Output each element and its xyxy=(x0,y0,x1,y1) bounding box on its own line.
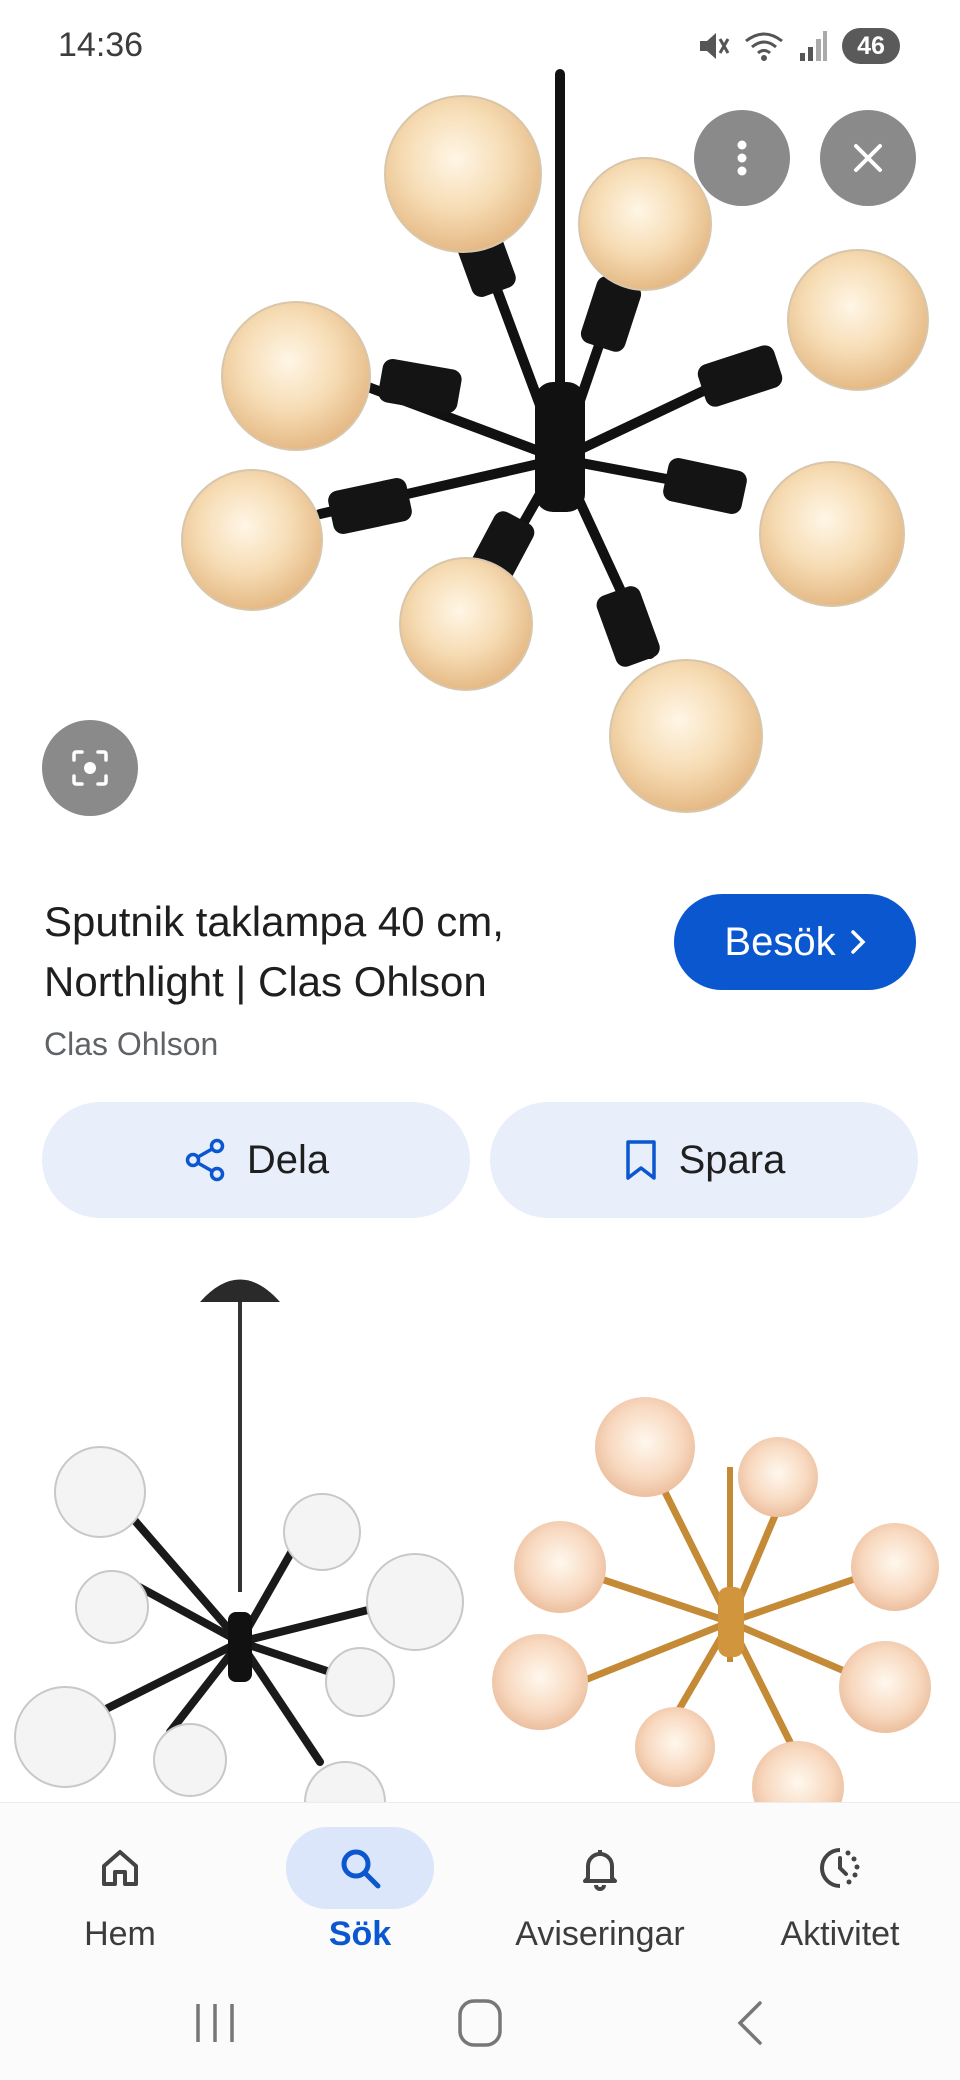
back-icon[interactable] xyxy=(730,1998,770,2048)
system-navigation-bar xyxy=(0,1970,960,2080)
lens-search-button[interactable] xyxy=(42,720,138,816)
signal-icon xyxy=(800,31,827,61)
bell-icon xyxy=(583,1850,617,1891)
nav-label-home: Hem xyxy=(84,1915,156,1953)
more-vert-icon xyxy=(737,140,747,176)
share-label: Dela xyxy=(246,1137,330,1182)
nav-item-search[interactable]: Sök xyxy=(240,1803,480,1971)
chevron-right-icon xyxy=(850,930,866,954)
wifi-icon xyxy=(745,32,783,61)
bottom-navigation: Hem Sök Aviseringar Aktivitet xyxy=(0,1802,960,1971)
nav-label-search: Sök xyxy=(328,1915,392,1953)
share-button[interactable]: Dela xyxy=(42,1102,470,1218)
nav-item-home[interactable]: Hem xyxy=(0,1803,240,1971)
result-title-line1: Sputnik taklampa 40 cm, xyxy=(44,898,504,945)
battery-indicator: 46 xyxy=(842,28,900,64)
save-label: Spara xyxy=(678,1137,786,1182)
result-title-line2: Northlight | Clas Ohlson xyxy=(44,958,487,1005)
visit-button-label: Besök xyxy=(724,919,836,964)
lens-icon xyxy=(72,750,108,786)
mute-icon xyxy=(700,33,730,59)
status-icons: 46 xyxy=(696,24,900,68)
status-time: 14:36 xyxy=(58,26,144,64)
search-icon xyxy=(341,1849,381,1889)
visit-button[interactable]: Besök xyxy=(674,894,916,990)
close-icon xyxy=(854,144,882,172)
related-image-1[interactable] xyxy=(0,1262,480,1802)
close-button[interactable] xyxy=(820,110,916,206)
activity-icon xyxy=(820,1848,860,1888)
result-title[interactable]: Sputnik taklampa 40 cm, Northlight | Cla… xyxy=(44,892,644,1012)
nav-label-notifications: Aviseringar xyxy=(515,1915,685,1953)
nav-label-activity: Aktivitet xyxy=(780,1915,900,1953)
more-options-button[interactable] xyxy=(694,110,790,206)
bookmark-icon xyxy=(625,1140,656,1180)
home-nav-icon[interactable] xyxy=(455,1996,505,2050)
nav-item-notifications[interactable]: Aviseringar xyxy=(480,1803,720,1971)
related-image-2[interactable] xyxy=(480,1262,960,1802)
share-icon xyxy=(185,1138,225,1182)
home-icon xyxy=(102,1850,138,1886)
nav-item-activity[interactable]: Aktivitet xyxy=(720,1803,960,1971)
save-button[interactable]: Spara xyxy=(490,1102,918,1218)
product-image xyxy=(181,69,929,813)
recent-apps-icon[interactable] xyxy=(190,1998,240,2048)
result-source: Clas Ohlson xyxy=(44,1026,219,1062)
